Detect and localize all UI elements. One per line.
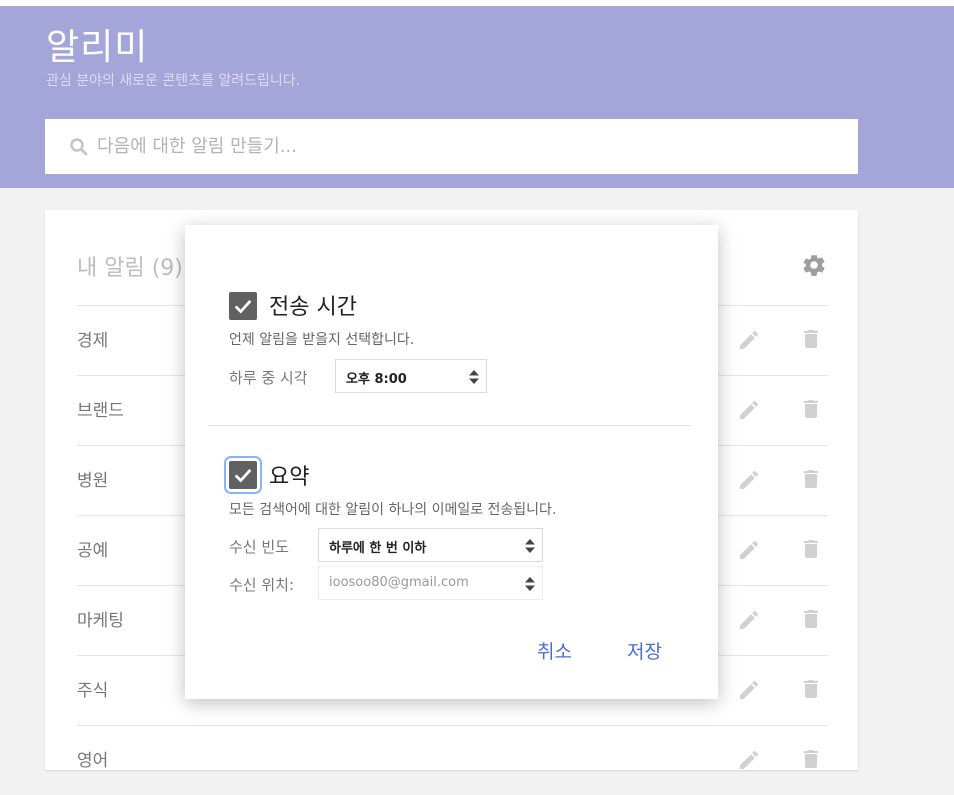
updown-arrows-icon — [468, 368, 480, 386]
pencil-icon[interactable] — [737, 538, 761, 562]
time-of-day-label: 하루 중 시각 — [229, 369, 308, 387]
app-subtitle: 관심 분야의 새로운 콘텐츠를 알려드립니다. — [46, 73, 301, 89]
pencil-icon[interactable] — [737, 748, 761, 772]
alert-label: 브랜드 — [77, 401, 124, 421]
destination-label: 수신 위치: — [229, 576, 295, 594]
checkmark-icon — [234, 469, 252, 483]
frequency-label: 수신 빈도 — [229, 538, 289, 556]
pencil-icon[interactable] — [737, 398, 761, 422]
updown-arrows-icon — [524, 575, 536, 593]
time-of-day-select[interactable]: 오후 8:00 — [335, 359, 487, 393]
gear-icon[interactable] — [801, 252, 827, 278]
frequency-select[interactable]: 하루에 한 번 이하 — [318, 528, 543, 562]
pencil-icon[interactable] — [737, 678, 761, 702]
updown-arrows-icon — [524, 537, 536, 555]
digest-description: 모든 검색어에 대한 알림이 하나의 이메일로 전송됩니다. — [229, 502, 557, 518]
digest-checkbox[interactable] — [224, 456, 262, 494]
alert-label: 병원 — [77, 471, 109, 491]
digest-title: 요약 — [269, 465, 310, 490]
delivery-time-title: 전송 시간 — [269, 295, 357, 320]
trash-icon[interactable] — [799, 606, 823, 632]
pencil-icon[interactable] — [737, 608, 761, 632]
alert-label: 마케팅 — [77, 611, 124, 631]
search-input[interactable] — [95, 119, 835, 174]
destination-value: ioosoo80@gmail.com — [329, 575, 469, 590]
time-of-day-value: 오후 8:00 — [346, 372, 407, 387]
my-alerts-title: 내 알림 (9) — [77, 256, 183, 281]
delivery-time-description: 언제 알림을 받을지 선택합니다. — [229, 332, 415, 348]
trash-icon[interactable] — [799, 466, 823, 492]
save-button[interactable]: 저장 — [627, 637, 662, 664]
frequency-value: 하루에 한 번 이하 — [329, 541, 427, 556]
settings-dialog: 전송 시간 언제 알림을 받을지 선택합니다. 하루 중 시각 오후 8:00 … — [185, 225, 718, 699]
alert-label: 주식 — [77, 681, 109, 701]
alert-row[interactable]: 영어 — [77, 725, 828, 795]
search-icon — [69, 137, 89, 157]
delivery-time-checkbox[interactable] — [229, 292, 257, 320]
checkmark-icon — [234, 300, 252, 314]
app-title: 알리미 — [46, 27, 149, 68]
pencil-icon[interactable] — [737, 468, 761, 492]
destination-select[interactable]: ioosoo80@gmail.com — [318, 566, 543, 600]
alert-label: 경제 — [77, 331, 109, 351]
search-box[interactable] — [45, 119, 858, 174]
cancel-button[interactable]: 취소 — [537, 637, 572, 664]
pencil-icon[interactable] — [737, 328, 761, 352]
alert-label: 영어 — [77, 751, 109, 771]
trash-icon[interactable] — [799, 326, 823, 352]
trash-icon[interactable] — [799, 536, 823, 562]
trash-icon[interactable] — [799, 746, 823, 772]
trash-icon[interactable] — [799, 396, 823, 422]
section-divider — [209, 425, 691, 426]
trash-icon[interactable] — [799, 676, 823, 702]
alert-label: 공예 — [77, 541, 109, 561]
